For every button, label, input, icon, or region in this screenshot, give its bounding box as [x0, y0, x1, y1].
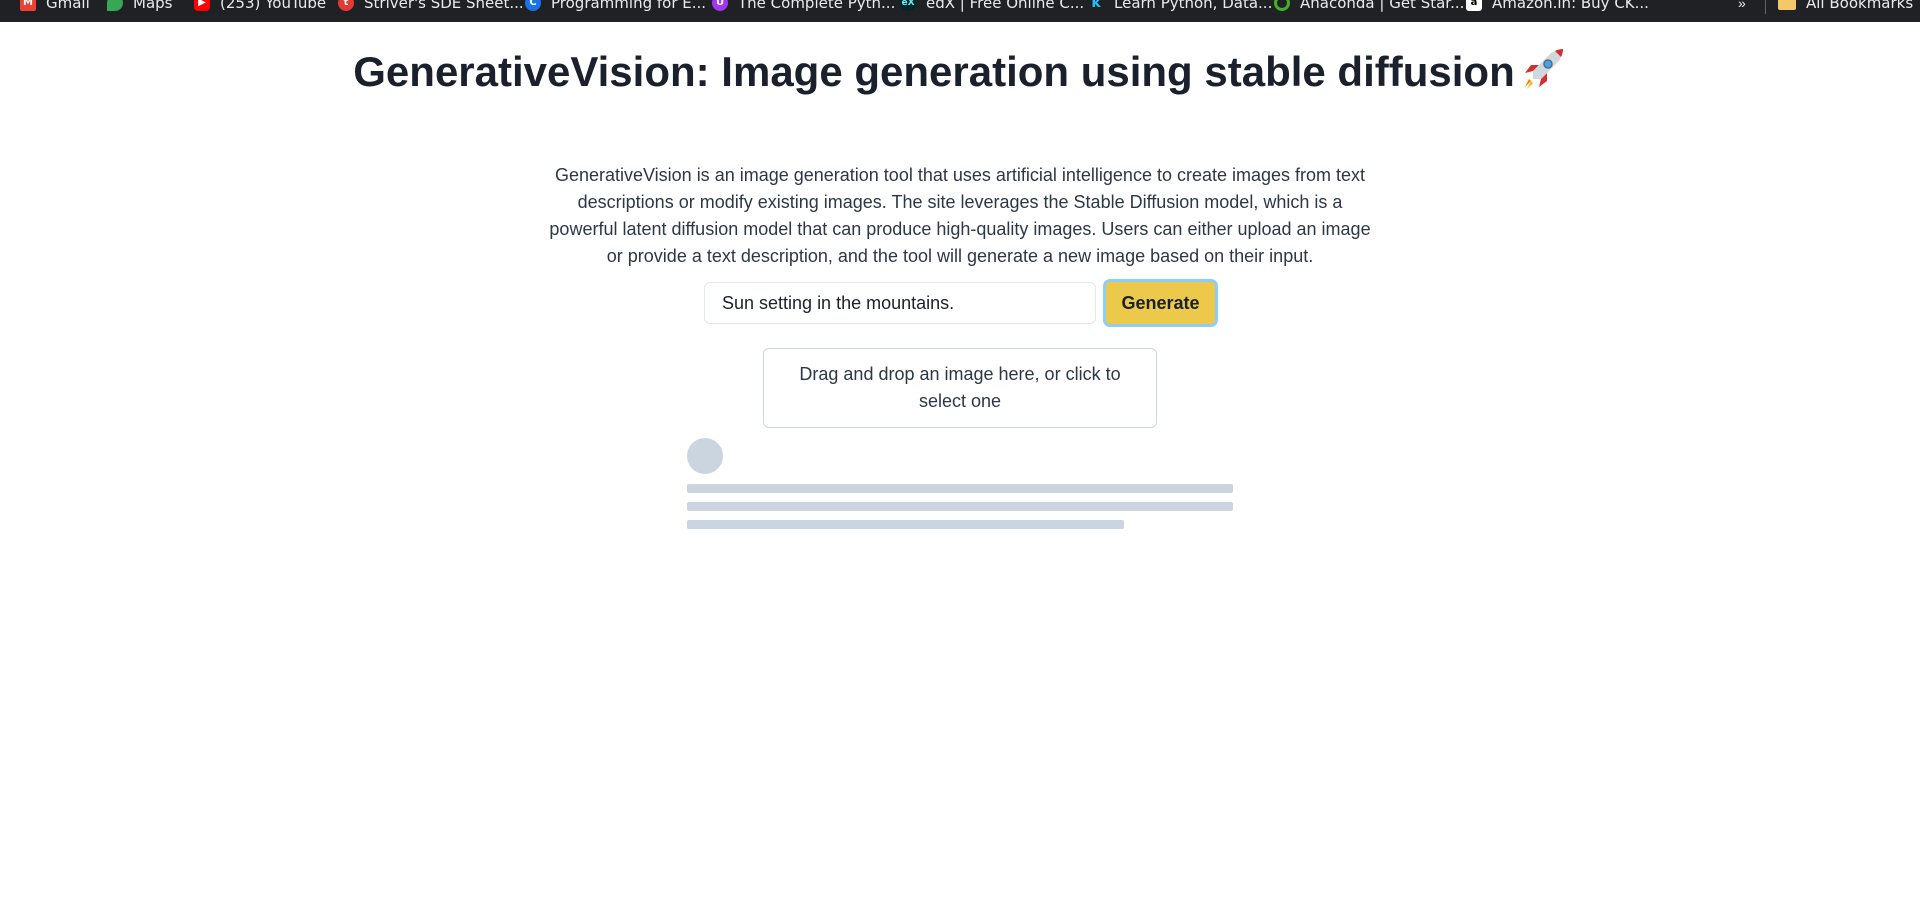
bookmark-label: Learn Python, Data...: [1114, 0, 1273, 12]
bookmarks-bar: M Gmail Maps ▶ (253) YouTube t Striver's…: [0, 0, 1920, 22]
skeleton-line: [687, 484, 1233, 493]
bookmark-kaggle[interactable]: k Learn Python, Data...: [1088, 0, 1272, 14]
skeleton-line: [687, 520, 1124, 529]
skeleton-avatar: [687, 438, 723, 474]
kaggle-icon: k: [1091, 0, 1101, 11]
bookmarks-overflow-button[interactable]: »: [1738, 0, 1746, 14]
youtube-icon: ▶: [194, 0, 210, 11]
bookmarks-divider: [1765, 0, 1766, 14]
bookmark-gmail[interactable]: M Gmail: [20, 0, 90, 14]
bookmark-anaconda[interactable]: Anaconda | Get Star...: [1274, 0, 1464, 14]
description-text: GenerativeVision is an image generation …: [549, 165, 1371, 266]
takeuforward-icon: t: [338, 0, 354, 11]
coursera-icon: C: [525, 0, 541, 11]
page-title-text: GenerativeVision: Image generation using…: [353, 48, 1515, 95]
bookmark-label: Programming for E...: [551, 0, 707, 12]
gmail-icon: M: [20, 0, 36, 11]
bookmark-amazon[interactable]: a Amazon.in: Buy CK...: [1466, 0, 1649, 14]
bookmark-maps[interactable]: Maps: [107, 0, 172, 14]
page-title: GenerativeVision: Image generation using…: [0, 46, 1920, 99]
skeleton-line: [687, 502, 1233, 511]
all-bookmarks-label: All Bookmarks: [1806, 0, 1914, 12]
bookmark-label: Striver's SDE Sheet...: [364, 0, 524, 12]
bookmark-label: Gmail: [46, 0, 90, 12]
udemy-icon: U: [712, 0, 728, 11]
all-bookmarks-button[interactable]: All Bookmarks: [1778, 0, 1913, 14]
bookmark-label: Amazon.in: Buy CK...: [1492, 0, 1649, 12]
dropzone-text: Drag and drop an image here, or click to…: [799, 364, 1121, 411]
bookmark-label: The Complete Pyth...: [738, 0, 896, 12]
bookmark-label: edX | Free Online C...: [926, 0, 1085, 12]
anaconda-icon: [1274, 0, 1290, 11]
bookmark-striver[interactable]: t Striver's SDE Sheet...: [338, 0, 524, 14]
amazon-icon: a: [1466, 0, 1482, 11]
generate-button[interactable]: Generate: [1103, 279, 1218, 327]
bookmark-udemy[interactable]: U The Complete Pyth...: [712, 0, 895, 14]
bookmark-label: (253) YouTube: [220, 0, 327, 12]
folder-icon: [1778, 0, 1796, 10]
edx-icon: eX: [900, 0, 916, 11]
bookmark-coursera[interactable]: C Programming for E...: [525, 0, 706, 14]
bookmark-edx[interactable]: eX edX | Free Online C...: [900, 0, 1084, 14]
image-dropzone[interactable]: Drag and drop an image here, or click to…: [763, 348, 1157, 428]
bookmark-label: Maps: [133, 0, 173, 12]
prompt-input[interactable]: [704, 282, 1096, 324]
bookmark-youtube[interactable]: ▶ (253) YouTube: [194, 0, 326, 14]
maps-icon: [107, 0, 123, 11]
rocket-icon: [1524, 48, 1563, 89]
bookmark-label: Anaconda | Get Star...: [1300, 0, 1465, 12]
